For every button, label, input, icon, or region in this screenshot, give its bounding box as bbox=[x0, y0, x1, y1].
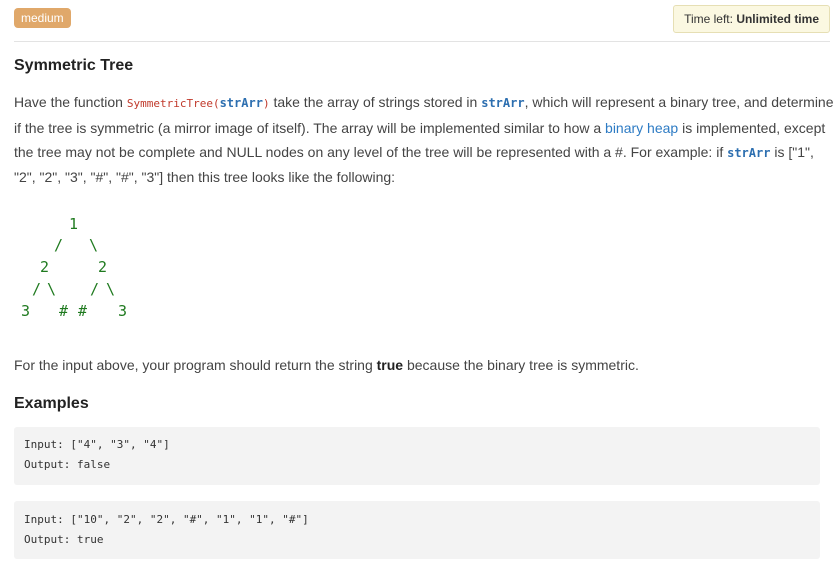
example-box: Input: ["4", "3", "4"] Output: false bbox=[14, 427, 820, 485]
tree-node: 2 bbox=[98, 258, 108, 276]
param-name: strArr bbox=[481, 96, 525, 110]
example-output: Output: true bbox=[24, 533, 104, 546]
problem-description: Have the function SymmetricTree(strArr) … bbox=[14, 90, 834, 189]
tree-node: 2 bbox=[40, 258, 50, 276]
tree-edge: \ bbox=[89, 236, 99, 254]
top-bar: medium Time left: Unlimited time bbox=[0, 0, 840, 42]
tree-edge: \ bbox=[47, 280, 57, 298]
time-left-box: Time left: Unlimited time bbox=[673, 5, 830, 33]
tree-edge: \ bbox=[106, 280, 116, 298]
difficulty-badge: medium bbox=[14, 8, 71, 28]
tree-edge: / bbox=[32, 280, 42, 298]
binary-heap-link[interactable]: binary heap bbox=[605, 120, 678, 136]
example-box: Input: ["10", "2", "2", "#", "1", "1", "… bbox=[14, 501, 820, 559]
explanation-text: For the input above, your program should… bbox=[14, 357, 377, 373]
explanation-text: because the binary tree is symmetric. bbox=[403, 357, 639, 373]
tree-edge: / bbox=[90, 280, 100, 298]
time-left-label: Time left: bbox=[684, 12, 737, 26]
tree-node-null: # bbox=[78, 302, 88, 320]
header-divider bbox=[14, 41, 830, 42]
example-input: Input: ["4", "3", "4"] bbox=[24, 438, 170, 451]
tree-edge: / bbox=[54, 236, 64, 254]
time-left-value: Unlimited time bbox=[736, 12, 819, 26]
param-name: strArr bbox=[727, 146, 771, 160]
param-name: strArr bbox=[219, 96, 263, 110]
example-input: Input: ["10", "2", "2", "#", "1", "1", "… bbox=[24, 513, 309, 526]
expected-result: true bbox=[376, 357, 404, 373]
example-output: Output: false bbox=[24, 458, 111, 471]
tree-diagram: 1 / \ 2 2 / \ / \ 3 # # 3 bbox=[0, 210, 140, 330]
desc-text: Have the function bbox=[14, 94, 127, 110]
problem-title: Symmetric Tree bbox=[14, 57, 134, 74]
tree-node: 3 bbox=[118, 302, 128, 320]
function-close: ) bbox=[262, 97, 270, 110]
function-name: SymmetricTree( bbox=[126, 97, 220, 110]
tree-node-root: 1 bbox=[69, 215, 79, 233]
tree-node-null: # bbox=[59, 302, 69, 320]
desc-text: take the array of strings stored in bbox=[269, 94, 482, 110]
tree-node: 3 bbox=[21, 302, 31, 320]
result-explanation: For the input above, your program should… bbox=[14, 354, 639, 376]
examples-heading: Examples bbox=[14, 395, 89, 412]
